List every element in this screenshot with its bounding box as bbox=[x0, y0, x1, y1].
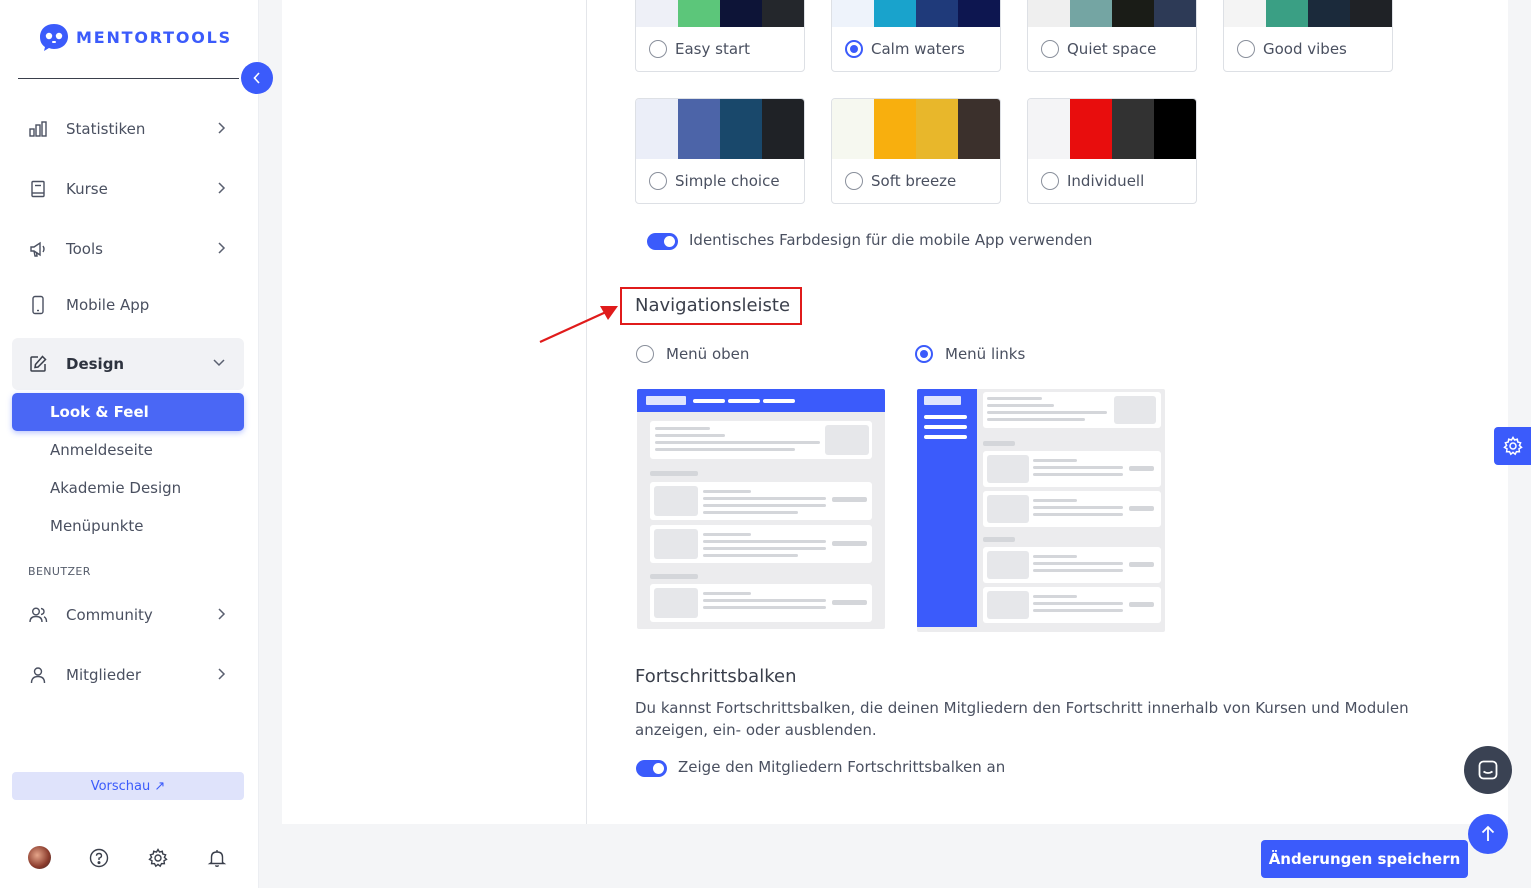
sidebar-item-label: Mobile App bbox=[66, 296, 150, 314]
sidebar-item-label: Statistiken bbox=[66, 120, 146, 138]
color-swatches bbox=[1224, 0, 1392, 27]
nav-option-label: Menü oben bbox=[666, 345, 750, 363]
progress-description: Du kannst Fortschrittsbalken, die deinen… bbox=[635, 699, 1409, 739]
chevron-right-icon bbox=[218, 242, 226, 254]
book-icon bbox=[28, 179, 48, 199]
theme-card-soft-breeze[interactable]: Soft breeze bbox=[831, 98, 1001, 204]
divider bbox=[586, 0, 587, 824]
megaphone-icon bbox=[28, 239, 48, 259]
edit-icon bbox=[28, 354, 48, 374]
collapse-sidebar-button[interactable] bbox=[241, 62, 273, 94]
smartphone-icon bbox=[28, 295, 48, 315]
nav-option-label: Menü links bbox=[945, 345, 1026, 363]
bell-icon[interactable] bbox=[205, 846, 229, 870]
brand-name: MENTORTOOLS bbox=[76, 27, 232, 47]
divider bbox=[18, 78, 239, 79]
annotation-arrow bbox=[539, 306, 618, 344]
nav-option-menu-oben[interactable]: Menü oben bbox=[636, 345, 749, 363]
sidebar-item-label: Kurse bbox=[66, 180, 108, 198]
theme-card-individuell[interactable]: Individuell bbox=[1027, 98, 1197, 204]
preview-menu-top[interactable] bbox=[637, 389, 885, 629]
sidebar-subitem-akademie-design[interactable]: Akademie Design bbox=[12, 469, 244, 507]
theme-card-calm-waters[interactable]: Calm waters bbox=[831, 0, 1001, 72]
user-icon bbox=[28, 665, 48, 685]
theme-label: Soft breeze bbox=[871, 172, 957, 190]
sidebar-item-label: Design bbox=[66, 355, 125, 373]
radio-button[interactable] bbox=[649, 172, 667, 190]
color-swatches bbox=[832, 99, 1000, 159]
color-swatches bbox=[1028, 0, 1196, 27]
radio-button[interactable] bbox=[915, 345, 933, 363]
save-changes-button[interactable]: Änderungen speichern bbox=[1261, 840, 1468, 878]
sidebar-item-community[interactable]: Community bbox=[12, 592, 244, 638]
radio-button[interactable] bbox=[845, 40, 863, 58]
preview-button[interactable]: Vorschau ↗ bbox=[12, 772, 244, 800]
progress-toggle-label: Zeige den Mitgliedern Fortschrittsbalken… bbox=[678, 758, 1006, 776]
navigation-section-title: Navigationsleiste bbox=[635, 295, 791, 316]
sidebar: MENTORTOOLS Statistiken Kurse Tools Mobi… bbox=[0, 0, 259, 888]
mobile-app-toggle-label: Identisches Farbdesign für die mobile Ap… bbox=[689, 231, 1093, 249]
help-icon[interactable] bbox=[87, 846, 111, 870]
sidebar-subitem-menuepunkte[interactable]: Menüpunkte bbox=[12, 507, 244, 545]
preview-menu-left[interactable] bbox=[917, 389, 1165, 632]
sidebar-subitem-anmeldeseite[interactable]: Anmeldeseite bbox=[12, 431, 244, 469]
color-swatches bbox=[832, 0, 1000, 27]
sidebar-item-label: Tools bbox=[66, 240, 103, 258]
color-swatches bbox=[1028, 99, 1196, 159]
theme-card-easy-start[interactable]: Easy start bbox=[635, 0, 805, 72]
sidebar-item-mobile-app[interactable]: Mobile App bbox=[12, 282, 244, 328]
color-swatches bbox=[636, 0, 804, 27]
sidebar-item-label: Community bbox=[66, 606, 153, 624]
theme-label: Easy start bbox=[675, 40, 751, 58]
chevron-right-icon bbox=[218, 608, 226, 620]
chevron-down-icon bbox=[213, 359, 225, 367]
section-label-benutzer: BENUTZER bbox=[28, 565, 91, 578]
progress-section-title: Fortschrittsbalken bbox=[635, 666, 797, 687]
theme-label: Calm waters bbox=[871, 40, 965, 58]
nav-option-menu-links[interactable]: Menü links bbox=[915, 345, 1025, 363]
chevron-right-icon bbox=[218, 182, 226, 194]
chat-icon bbox=[1478, 760, 1498, 780]
scroll-top-button[interactable] bbox=[1468, 814, 1508, 854]
color-swatches bbox=[636, 99, 804, 159]
avatar[interactable] bbox=[28, 846, 51, 869]
mobile-app-color-toggle[interactable] bbox=[647, 233, 678, 250]
sidebar-item-kurse[interactable]: Kurse bbox=[12, 166, 244, 212]
theme-card-simple-choice[interactable]: Simple choice bbox=[635, 98, 805, 204]
sidebar-item-label: Mitglieder bbox=[66, 666, 141, 684]
robot-logo-icon bbox=[40, 24, 68, 51]
sidebar-item-design[interactable]: Design bbox=[12, 338, 244, 390]
sidebar-item-tools[interactable]: Tools bbox=[12, 226, 244, 272]
gear-icon[interactable] bbox=[146, 846, 170, 870]
sidebar-subitem-look-and-feel[interactable]: Look & Feel bbox=[12, 393, 244, 431]
theme-card-good-vibes[interactable]: Good vibes bbox=[1223, 0, 1393, 72]
sidebar-item-statistiken[interactable]: Statistiken bbox=[12, 106, 244, 152]
radio-button[interactable] bbox=[845, 172, 863, 190]
logo[interactable]: MENTORTOOLS bbox=[38, 22, 232, 52]
theme-label: Individuell bbox=[1067, 172, 1145, 190]
radio-button[interactable] bbox=[636, 345, 654, 363]
theme-label: Simple choice bbox=[675, 172, 780, 190]
theme-label: Good vibes bbox=[1263, 40, 1347, 58]
arrow-up-icon bbox=[1481, 825, 1495, 841]
settings-tab-button[interactable] bbox=[1494, 427, 1531, 465]
chevron-right-icon bbox=[218, 668, 226, 680]
chat-button[interactable] bbox=[1464, 746, 1512, 794]
users-icon bbox=[28, 605, 48, 625]
radio-button[interactable] bbox=[1041, 172, 1059, 190]
bar-chart-icon bbox=[28, 119, 48, 139]
gear-icon bbox=[1502, 436, 1523, 456]
radio-button[interactable] bbox=[1237, 40, 1255, 58]
progress-bar-toggle[interactable] bbox=[636, 760, 667, 777]
radio-button[interactable] bbox=[649, 40, 667, 58]
radio-button[interactable] bbox=[1041, 40, 1059, 58]
chevron-right-icon bbox=[218, 122, 226, 134]
sidebar-footer bbox=[0, 840, 259, 876]
sidebar-item-mitglieder[interactable]: Mitglieder bbox=[12, 652, 244, 698]
theme-label: Quiet space bbox=[1067, 40, 1157, 58]
theme-card-quiet-space[interactable]: Quiet space bbox=[1027, 0, 1197, 72]
chevron-left-icon bbox=[253, 72, 260, 84]
